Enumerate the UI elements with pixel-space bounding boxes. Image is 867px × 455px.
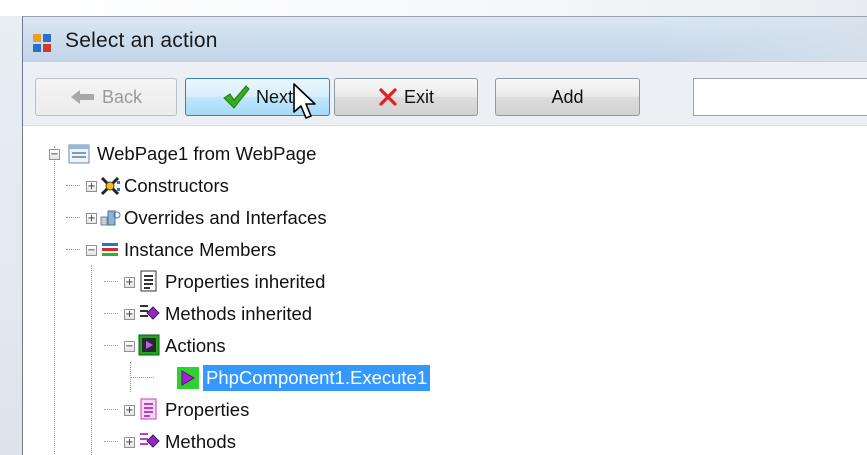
tree-node-properties-inherited[interactable]: + Properties inherited — [23, 268, 443, 296]
title-bar: Select an action — [23, 17, 867, 61]
exit-button[interactable]: Exit — [334, 78, 478, 116]
instance-members-icon — [102, 243, 118, 256]
expand-icon[interactable]: + — [86, 213, 97, 224]
back-arrow-icon — [70, 90, 94, 104]
mouse-cursor-icon — [293, 83, 316, 119]
add-label: Add — [551, 86, 584, 107]
collapse-icon[interactable]: − — [124, 341, 135, 352]
add-button[interactable]: Add — [495, 78, 640, 116]
select-action-dialog: Select an action Back Next Exit Add − We… — [22, 16, 867, 455]
properties-inherited-label: Properties inherited — [165, 271, 326, 292]
methods-inherited-icon — [140, 305, 160, 320]
methods-label: Methods — [165, 431, 236, 452]
methods-icon — [140, 433, 160, 448]
next-label: Next — [255, 86, 293, 107]
constructors-label: Constructors — [124, 175, 229, 196]
expand-icon[interactable]: + — [124, 277, 135, 288]
tree-node-constructors[interactable]: + Constructors — [23, 172, 443, 200]
expand-icon[interactable]: + — [124, 309, 135, 320]
title-bar-fade — [648, 17, 867, 61]
action-tree[interactable]: − WebPage1 from WebPage + Constructors + — [23, 125, 867, 455]
toolbar: Back Next Exit Add — [23, 61, 867, 125]
tree-node-properties[interactable]: + Properties — [23, 396, 443, 424]
constructors-icon — [100, 176, 120, 196]
close-icon — [379, 88, 397, 106]
app-icon — [33, 34, 51, 52]
action-icon — [177, 367, 199, 389]
methods-inherited-label: Methods inherited — [165, 303, 313, 324]
desktop-background — [0, 0, 22, 455]
tree-node-overrides[interactable]: + Overrides and Interfaces — [23, 204, 443, 232]
window-title: Select an action — [65, 29, 218, 52]
exit-label: Exit — [403, 86, 434, 107]
back-label: Back — [101, 86, 143, 107]
tree-node-methods-inherited[interactable]: + Methods inherited — [23, 300, 443, 328]
tree-node-root[interactable]: − WebPage1 from WebPage — [23, 140, 443, 168]
expand-icon[interactable]: + — [86, 181, 97, 192]
webpage-icon — [68, 144, 90, 164]
actions-icon — [138, 334, 160, 356]
tree-node-instance-members[interactable]: − Instance Members — [23, 236, 443, 264]
expand-icon[interactable]: + — [124, 405, 135, 416]
collapse-icon[interactable]: − — [86, 245, 97, 256]
check-icon — [223, 85, 250, 109]
toolbar-text-field[interactable] — [693, 78, 867, 116]
back-button[interactable]: Back — [35, 78, 177, 116]
expand-icon[interactable]: + — [124, 437, 135, 448]
actions-label: Actions — [165, 335, 226, 356]
instance-members-label: Instance Members — [124, 239, 277, 260]
properties-inherited-icon — [140, 270, 157, 292]
tree-node-methods[interactable]: + Methods — [23, 428, 443, 455]
interface-icon — [100, 210, 121, 226]
tree-node-actions[interactable]: − Actions — [23, 332, 443, 360]
properties-icon — [140, 398, 157, 420]
overrides-label: Overrides and Interfaces — [124, 207, 327, 228]
tree-node-selected-action[interactable]: PhpComponent1.Execute1 — [23, 364, 543, 392]
selected-action-label: PhpComponent1.Execute1 — [203, 365, 431, 391]
root-label: WebPage1 from WebPage — [97, 143, 317, 164]
desktop-top-strip — [0, 0, 867, 16]
collapse-icon[interactable]: − — [49, 149, 60, 160]
properties-label: Properties — [165, 399, 250, 420]
